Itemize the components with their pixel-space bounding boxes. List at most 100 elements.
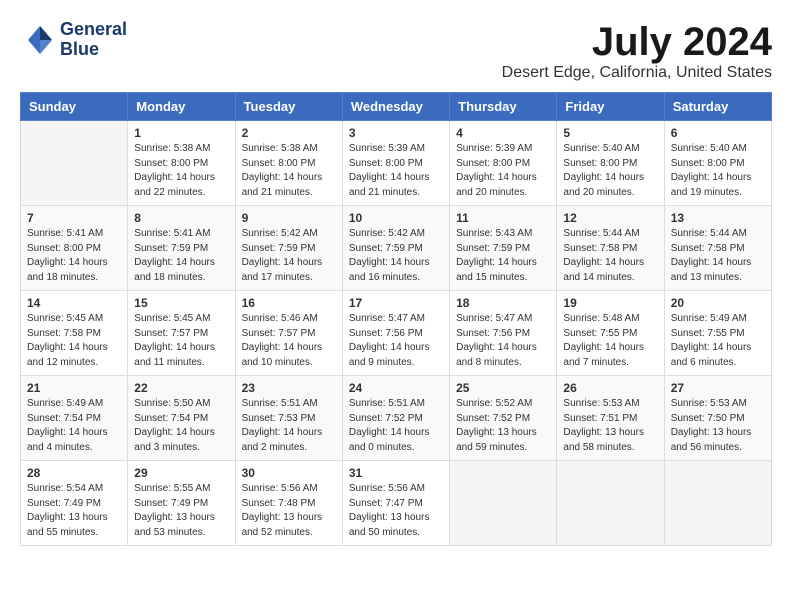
- day-number: 10: [349, 211, 443, 225]
- day-info: Sunrise: 5:51 AM Sunset: 7:53 PM Dayligh…: [242, 397, 336, 455]
- day-number: 12: [563, 211, 657, 225]
- day-info: Sunrise: 5:54 AM Sunset: 7:49 PM Dayligh…: [27, 482, 121, 540]
- calendar-cell: 21Sunrise: 5:49 AM Sunset: 7:54 PM Dayli…: [21, 376, 128, 461]
- day-number: 30: [242, 466, 336, 480]
- day-number: 7: [27, 211, 121, 225]
- day-number: 5: [563, 126, 657, 140]
- day-info: Sunrise: 5:49 AM Sunset: 7:55 PM Dayligh…: [671, 312, 765, 370]
- day-info: Sunrise: 5:39 AM Sunset: 8:00 PM Dayligh…: [456, 142, 550, 200]
- calendar-cell: 13 Sunrise: 5:44 AM Sunset: 7:58 PM Dayli…: [664, 206, 771, 291]
- day-number: 14: [27, 296, 121, 310]
- weekday-header-friday: Friday: [557, 93, 664, 121]
- day-info: Sunrise: 5:53 AM Sunset: 7:50 PM Dayligh…: [671, 397, 765, 455]
- logo-text: General Blue: [60, 20, 127, 60]
- calendar-cell: 3Sunrise: 5:39 AM Sunset: 8:00 PM Daylig…: [342, 121, 449, 206]
- calendar-cell: 18 Sunrise: 5:47 AM Sunset: 7:56 PM Dayli…: [450, 291, 557, 376]
- logo-line1: General: [60, 20, 127, 40]
- day-info: Sunrise: 5:48 AM Sunset: 7:55 PM Dayligh…: [563, 312, 657, 370]
- day-info: Sunrise: 5:47 AM Sunset: 7:56 PM Dayligh…: [456, 312, 550, 370]
- day-info: Sunrise: 5:40 AM Sunset: 8:00 PM Dayligh…: [671, 142, 765, 200]
- day-info: Sunrise: 5:50 AM Sunset: 7:54 PM Dayligh…: [134, 397, 228, 455]
- day-number: 26: [563, 381, 657, 395]
- day-number: 21: [27, 381, 121, 395]
- calendar-cell: 9 Sunrise: 5:42 AM Sunset: 7:59 PM Daylig…: [235, 206, 342, 291]
- calendar-cell: 22 Sunrise: 5:50 AM Sunset: 7:54 PM Dayli…: [128, 376, 235, 461]
- day-info: Sunrise: 5:44 AM Sunset: 7:58 PM Dayligh…: [563, 227, 657, 285]
- week-row-4: 21Sunrise: 5:49 AM Sunset: 7:54 PM Dayli…: [21, 376, 772, 461]
- calendar-cell: 14 Sunrise: 5:45 AM Sunset: 7:58 PM Dayli…: [21, 291, 128, 376]
- calendar-cell: 30 Sunrise: 5:56 AM Sunset: 7:48 PM Dayli…: [235, 461, 342, 546]
- day-info: Sunrise: 5:44 AM Sunset: 7:58 PM Dayligh…: [671, 227, 765, 285]
- day-number: 17: [349, 296, 443, 310]
- weekday-header-thursday: Thursday: [450, 93, 557, 121]
- day-info: Sunrise: 5:45 AM Sunset: 7:57 PM Dayligh…: [134, 312, 228, 370]
- day-number: 2: [242, 126, 336, 140]
- day-info: Sunrise: 5:52 AM Sunset: 7:52 PM Dayligh…: [456, 397, 550, 455]
- weekday-header-row: SundayMondayTuesdayWednesdayThursdayFrid…: [21, 93, 772, 121]
- day-number: 8: [134, 211, 228, 225]
- calendar-cell: [450, 461, 557, 546]
- calendar-cell: 4 Sunrise: 5:39 AM Sunset: 8:00 PM Daylig…: [450, 121, 557, 206]
- calendar-cell: 19 Sunrise: 5:48 AM Sunset: 7:55 PM Dayli…: [557, 291, 664, 376]
- calendar-cell: 5 Sunrise: 5:40 AM Sunset: 8:00 PM Daylig…: [557, 121, 664, 206]
- day-number: 9: [242, 211, 336, 225]
- day-number: 18: [456, 296, 550, 310]
- calendar-cell: 10Sunrise: 5:42 AM Sunset: 7:59 PM Dayli…: [342, 206, 449, 291]
- day-number: 24: [349, 381, 443, 395]
- calendar-cell: 16 Sunrise: 5:46 AM Sunset: 7:57 PM Dayli…: [235, 291, 342, 376]
- weekday-header-monday: Monday: [128, 93, 235, 121]
- calendar-cell: 12 Sunrise: 5:44 AM Sunset: 7:58 PM Dayli…: [557, 206, 664, 291]
- day-info: Sunrise: 5:41 AM Sunset: 8:00 PM Dayligh…: [27, 227, 121, 285]
- week-row-3: 14 Sunrise: 5:45 AM Sunset: 7:58 PM Dayli…: [21, 291, 772, 376]
- calendar-cell: 24 Sunrise: 5:51 AM Sunset: 7:52 PM Dayli…: [342, 376, 449, 461]
- day-number: 29: [134, 466, 228, 480]
- calendar-cell: 17 Sunrise: 5:47 AM Sunset: 7:56 PM Dayli…: [342, 291, 449, 376]
- logo-icon: [20, 22, 56, 58]
- week-row-2: 7 Sunrise: 5:41 AM Sunset: 8:00 PM Daylig…: [21, 206, 772, 291]
- week-row-5: 28Sunrise: 5:54 AM Sunset: 7:49 PM Dayli…: [21, 461, 772, 546]
- logo: General Blue: [20, 20, 127, 60]
- calendar-cell: [557, 461, 664, 546]
- weekday-header-sunday: Sunday: [21, 93, 128, 121]
- day-number: 13: [671, 211, 765, 225]
- day-number: 15: [134, 296, 228, 310]
- day-info: Sunrise: 5:56 AM Sunset: 7:48 PM Dayligh…: [242, 482, 336, 540]
- day-number: 4: [456, 126, 550, 140]
- day-number: 31: [349, 466, 443, 480]
- day-info: Sunrise: 5:43 AM Sunset: 7:59 PM Dayligh…: [456, 227, 550, 285]
- calendar-cell: 28Sunrise: 5:54 AM Sunset: 7:49 PM Dayli…: [21, 461, 128, 546]
- calendar-cell: 15 Sunrise: 5:45 AM Sunset: 7:57 PM Dayli…: [128, 291, 235, 376]
- day-info: Sunrise: 5:53 AM Sunset: 7:51 PM Dayligh…: [563, 397, 657, 455]
- calendar-cell: 25Sunrise: 5:52 AM Sunset: 7:52 PM Dayli…: [450, 376, 557, 461]
- day-info: Sunrise: 5:45 AM Sunset: 7:58 PM Dayligh…: [27, 312, 121, 370]
- day-number: 16: [242, 296, 336, 310]
- day-number: 23: [242, 381, 336, 395]
- day-number: 1: [134, 126, 228, 140]
- day-number: 22: [134, 381, 228, 395]
- calendar-cell: 2 Sunrise: 5:38 AM Sunset: 8:00 PM Daylig…: [235, 121, 342, 206]
- day-number: 19: [563, 296, 657, 310]
- calendar-cell: 31Sunrise: 5:56 AM Sunset: 7:47 PM Dayli…: [342, 461, 449, 546]
- day-info: Sunrise: 5:47 AM Sunset: 7:56 PM Dayligh…: [349, 312, 443, 370]
- calendar-cell: 26 Sunrise: 5:53 AM Sunset: 7:51 PM Dayli…: [557, 376, 664, 461]
- day-info: Sunrise: 5:40 AM Sunset: 8:00 PM Dayligh…: [563, 142, 657, 200]
- day-info: Sunrise: 5:41 AM Sunset: 7:59 PM Dayligh…: [134, 227, 228, 285]
- day-info: Sunrise: 5:51 AM Sunset: 7:52 PM Dayligh…: [349, 397, 443, 455]
- calendar-cell: 1Sunrise: 5:38 AM Sunset: 8:00 PM Daylig…: [128, 121, 235, 206]
- logo-line2: Blue: [60, 40, 127, 60]
- weekday-header-saturday: Saturday: [664, 93, 771, 121]
- calendar-cell: 7 Sunrise: 5:41 AM Sunset: 8:00 PM Daylig…: [21, 206, 128, 291]
- day-info: Sunrise: 5:55 AM Sunset: 7:49 PM Dayligh…: [134, 482, 228, 540]
- calendar-cell: 8 Sunrise: 5:41 AM Sunset: 7:59 PM Daylig…: [128, 206, 235, 291]
- location-title: Desert Edge, California, United States: [502, 64, 772, 82]
- day-info: Sunrise: 5:46 AM Sunset: 7:57 PM Dayligh…: [242, 312, 336, 370]
- calendar-cell: [664, 461, 771, 546]
- calendar-cell: 23 Sunrise: 5:51 AM Sunset: 7:53 PM Dayli…: [235, 376, 342, 461]
- calendar-cell: 29 Sunrise: 5:55 AM Sunset: 7:49 PM Dayli…: [128, 461, 235, 546]
- day-info: Sunrise: 5:42 AM Sunset: 7:59 PM Dayligh…: [242, 227, 336, 285]
- day-number: 20: [671, 296, 765, 310]
- day-info: Sunrise: 5:38 AM Sunset: 8:00 PM Dayligh…: [242, 142, 336, 200]
- month-title: July 2024: [502, 20, 772, 64]
- weekday-header-tuesday: Tuesday: [235, 93, 342, 121]
- day-info: Sunrise: 5:39 AM Sunset: 8:00 PM Dayligh…: [349, 142, 443, 200]
